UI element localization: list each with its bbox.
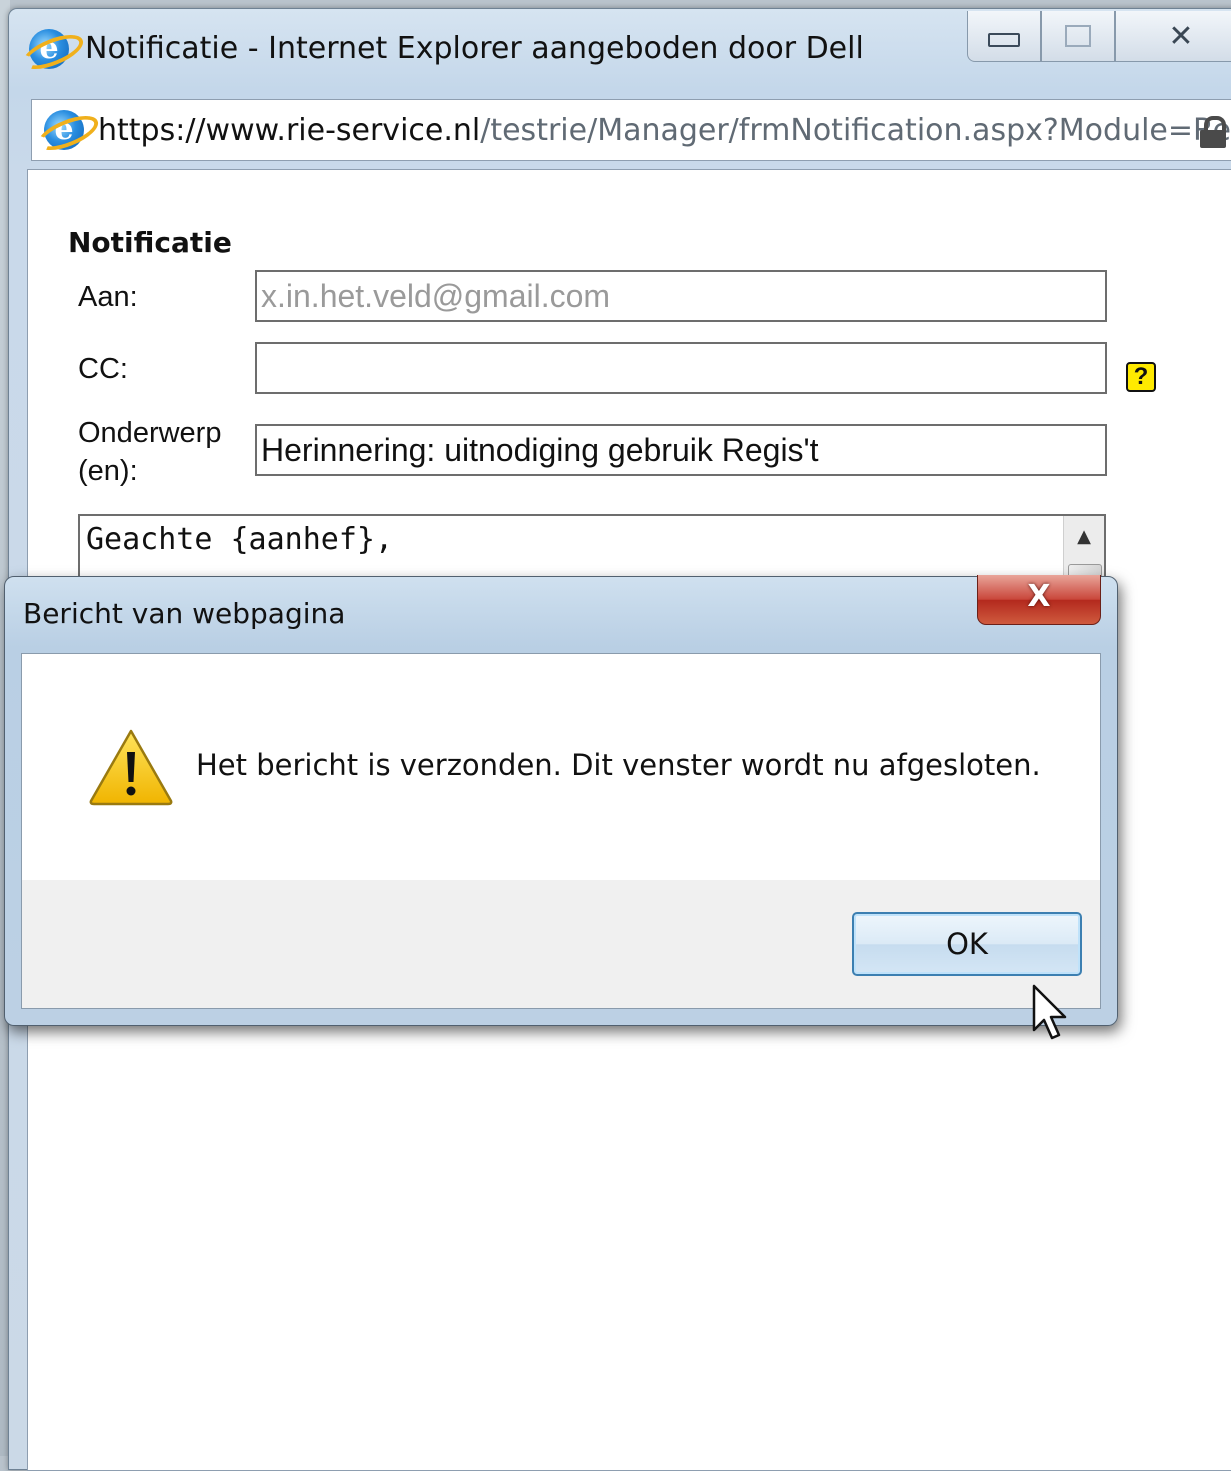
dialog-message: Het bericht is verzonden. Dit venster wo… [196, 748, 1041, 782]
maximize-icon [1065, 25, 1091, 47]
dialog-close-icon: X [1027, 579, 1051, 614]
maximize-button[interactable] [1041, 11, 1115, 62]
url-text[interactable]: https://www.rie-service.nl/testrie/Manag… [98, 113, 1231, 148]
url-domain: rie-service.nl [285, 113, 481, 148]
cc-field[interactable] [255, 342, 1107, 394]
window-controls: ✕ [967, 11, 1231, 63]
minimize-button[interactable] [967, 11, 1041, 62]
window-title: Notificatie - Internet Explorer aangebod… [85, 31, 864, 66]
url-path: /testrie/Manager/frmNotification.aspx?Mo… [480, 113, 1231, 148]
section-title: Notificatie [68, 226, 232, 259]
dialog-close-button[interactable]: X [977, 575, 1101, 625]
close-button[interactable]: ✕ [1115, 11, 1231, 62]
address-bar[interactable]: e https://www.rie-service.nl/testrie/Man… [31, 99, 1231, 161]
mouse-cursor-icon [1032, 984, 1067, 1040]
page-ie-icon: e [44, 110, 84, 150]
dialog-title: Bericht van webpagina [23, 597, 346, 630]
to-label: Aan: [78, 281, 138, 313]
subject-field[interactable]: Herinnering: uitnodiging gebruik Regis't [255, 424, 1107, 476]
help-icon[interactable]: ? [1126, 362, 1156, 392]
warning-icon [89, 729, 173, 806]
cc-label: CC: [78, 353, 128, 385]
dialog-body: Het bericht is verzonden. Dit venster wo… [21, 653, 1101, 1009]
internet-explorer-icon: e [29, 29, 69, 69]
minimize-icon [988, 33, 1020, 47]
title-bar[interactable]: e Notificatie - Internet Explorer aangeb… [9, 9, 1231, 93]
alert-dialog: Bericht van webpagina X Het bericht is v… [4, 575, 1118, 1026]
scroll-up-icon[interactable]: ▲ [1064, 516, 1104, 556]
ok-button[interactable]: OK [852, 912, 1082, 976]
message-body-text: Geachte {aanhef}, [86, 522, 394, 557]
subject-label-line2: (en): [78, 455, 138, 487]
lock-icon[interactable] [1200, 116, 1226, 148]
to-field[interactable]: x.in.het.veld@gmail.com [255, 270, 1107, 322]
close-icon: ✕ [1168, 18, 1194, 54]
url-prefix: https://www. [98, 113, 286, 148]
subject-label: Onderwerp (en): [78, 414, 221, 490]
subject-label-line1: Onderwerp [78, 417, 222, 449]
